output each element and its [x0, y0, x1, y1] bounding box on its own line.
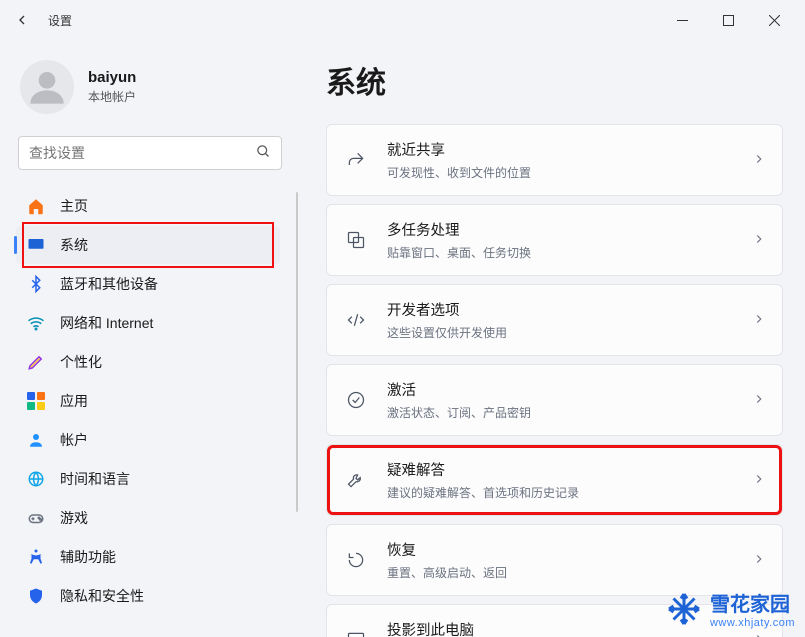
sidebar: baiyun 本地帐户 主页: [0, 40, 300, 637]
setting-activation[interactable]: 激活 激活状态、订阅、产品密钥: [326, 364, 783, 436]
chevron-right-icon: [752, 312, 766, 329]
setting-subtitle: 这些设置仅供开发使用: [387, 324, 507, 341]
account-icon: [26, 430, 46, 450]
setting-troubleshoot[interactable]: 疑难解答 建议的疑难解答、首选项和历史记录: [326, 444, 783, 516]
search-box[interactable]: [18, 136, 282, 170]
maximize-icon: [723, 15, 734, 26]
setting-projecting[interactable]: 投影到此电脑 权限、配对 PIN、可发现性: [326, 604, 783, 637]
sidebar-item-personalization[interactable]: 个性化: [16, 343, 280, 381]
arrow-left-icon: [14, 12, 30, 28]
chevron-right-icon: [752, 392, 766, 409]
system-icon: [26, 235, 46, 255]
setting-title: 疑难解答: [387, 459, 579, 480]
setting-title: 投影到此电脑: [387, 619, 530, 637]
setting-subtitle: 激活状态、订阅、产品密钥: [387, 404, 531, 421]
profile-text: baiyun 本地帐户: [88, 69, 136, 105]
sidebar-item-label: 系统: [60, 235, 88, 255]
sidebar-item-time-language[interactable]: 时间和语言: [16, 460, 280, 498]
dev-icon: [343, 310, 369, 330]
close-icon: [769, 15, 780, 26]
sidebar-nav: 主页 系统 蓝牙和其他设备: [0, 182, 296, 620]
sidebar-item-label: 蓝牙和其他设备: [60, 274, 158, 294]
profile-block[interactable]: baiyun 本地帐户: [0, 56, 300, 136]
close-button[interactable]: [751, 4, 797, 36]
sidebar-item-accessibility[interactable]: 辅助功能: [16, 538, 280, 576]
activation-icon: [343, 390, 369, 410]
page-title: 系统: [326, 58, 783, 102]
sidebar-item-label: 游戏: [60, 508, 88, 528]
sidebar-item-label: 网络和 Internet: [60, 313, 153, 333]
setting-for-developers[interactable]: 开发者选项 这些设置仅供开发使用: [326, 284, 783, 356]
sidebar-item-label: 个性化: [60, 352, 102, 372]
accessibility-icon: [26, 547, 46, 567]
project-icon: [343, 630, 369, 637]
chevron-right-icon: [752, 552, 766, 569]
minimize-icon: [677, 15, 688, 26]
sidebar-item-gaming[interactable]: 游戏: [16, 499, 280, 537]
sidebar-item-apps[interactable]: 应用: [16, 382, 280, 420]
setting-subtitle: 可发现性、收到文件的位置: [387, 164, 531, 181]
sidebar-item-network[interactable]: 网络和 Internet: [16, 304, 280, 342]
sidebar-item-bluetooth[interactable]: 蓝牙和其他设备: [16, 265, 280, 303]
setting-multitasking[interactable]: 多任务处理 贴靠窗口、桌面、任务切换: [326, 204, 783, 276]
setting-subtitle: 建议的疑难解答、首选项和历史记录: [387, 484, 579, 501]
network-icon: [26, 313, 46, 333]
recovery-icon: [343, 550, 369, 570]
privacy-icon: [26, 586, 46, 606]
share-icon: [343, 150, 369, 170]
sidebar-item-label: 主页: [60, 196, 88, 216]
gaming-icon: [26, 508, 46, 528]
setting-title: 多任务处理: [387, 219, 531, 240]
sidebar-item-label: 时间和语言: [60, 469, 130, 489]
chevron-right-icon: [752, 232, 766, 249]
user-name: baiyun: [88, 69, 136, 86]
search-icon: [256, 144, 271, 162]
time-lang-icon: [26, 469, 46, 489]
apps-icon: [26, 391, 46, 411]
setting-subtitle: 贴靠窗口、桌面、任务切换: [387, 244, 531, 261]
user-account-type: 本地帐户: [88, 88, 136, 105]
bluetooth-icon: [26, 274, 46, 294]
chevron-right-icon: [752, 472, 766, 489]
avatar-icon: [27, 67, 67, 107]
setting-title: 恢复: [387, 539, 507, 560]
personalize-icon: [26, 352, 46, 372]
setting-title: 开发者选项: [387, 299, 507, 320]
avatar: [20, 60, 74, 114]
troubleshoot-icon: [343, 470, 369, 490]
sidebar-item-accounts[interactable]: 帐户: [16, 421, 280, 459]
sidebar-item-home[interactable]: 主页: [16, 187, 280, 225]
sidebar-item-label: 帐户: [60, 430, 88, 450]
chevron-right-icon: [752, 152, 766, 169]
sidebar-item-privacy[interactable]: 隐私和安全性: [16, 577, 280, 615]
maximize-button[interactable]: [705, 4, 751, 36]
setting-title: 激活: [387, 379, 531, 400]
minimize-button[interactable]: [659, 4, 705, 36]
back-button[interactable]: [8, 6, 36, 34]
multitask-icon: [343, 230, 369, 250]
sidebar-item-system[interactable]: 系统: [16, 226, 280, 264]
sidebar-item-label: 应用: [60, 391, 88, 411]
setting-title: 就近共享: [387, 139, 531, 160]
sidebar-item-label: 辅助功能: [60, 547, 116, 567]
sidebar-item-label: 隐私和安全性: [60, 586, 144, 606]
settings-list: 就近共享 可发现性、收到文件的位置 多任务处理 贴靠窗口、桌面、任务切换: [326, 124, 783, 637]
window-controls: [659, 4, 797, 36]
setting-recovery[interactable]: 恢复 重置、高级启动、返回: [326, 524, 783, 596]
main-content: 系统 就近共享 可发现性、收到文件的位置 多任务处理 贴靠窗口、桌面、任务: [300, 40, 805, 637]
titlebar: 设置: [0, 0, 805, 40]
scroll-indicator[interactable]: [296, 192, 298, 512]
chevron-right-icon: [752, 632, 766, 637]
setting-subtitle: 重置、高级启动、返回: [387, 564, 507, 581]
window-title: 设置: [48, 12, 72, 29]
search-input[interactable]: [29, 145, 256, 161]
setting-nearby-sharing[interactable]: 就近共享 可发现性、收到文件的位置: [326, 124, 783, 196]
home-icon: [26, 196, 46, 216]
